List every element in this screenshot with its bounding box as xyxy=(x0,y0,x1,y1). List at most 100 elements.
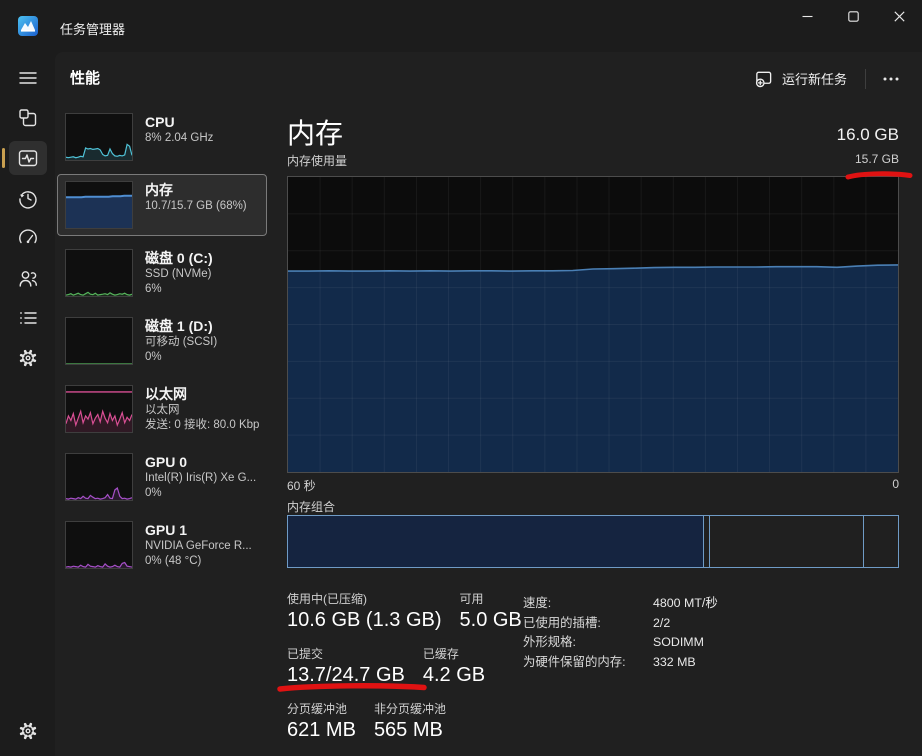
content-panel: 性能 运行新任务 CPU8% 2.04 GHz内存10.7/15.7 GB (6… xyxy=(55,52,922,756)
gpu0-sparkline xyxy=(65,453,133,501)
perf-item-subtitle: SSD (NVMe) xyxy=(145,267,213,282)
detail-label: 已使用的插槽: xyxy=(523,614,653,634)
perf-item-gpu0[interactable]: GPU 0Intel(R) Iris(R) Xe G...0% xyxy=(57,446,267,508)
close-button[interactable] xyxy=(876,0,922,32)
stat-label: 已提交 xyxy=(287,645,405,662)
task-manager-app-icon xyxy=(18,16,38,36)
disk0-sparkline xyxy=(65,249,133,297)
perf-item-title: 以太网 xyxy=(145,385,259,403)
time-axis-right-label: 0 xyxy=(892,477,899,491)
detail-label: 速度: xyxy=(523,594,653,614)
stat-value: 4.2 GB xyxy=(423,664,485,687)
perf-item-cpu[interactable]: CPU8% 2.04 GHz xyxy=(57,106,267,168)
stat-value: 565 MB xyxy=(374,719,446,742)
detail-value: 332 MB xyxy=(653,653,696,673)
memory-usage-chart xyxy=(287,176,899,473)
detail-label: 为硬件保留的内存: xyxy=(523,653,653,673)
detail-value: SODIMM xyxy=(653,633,704,653)
users-icon xyxy=(17,267,39,289)
memory-scale-max: 15.7 GB xyxy=(855,152,899,166)
stat-使用中(已压缩): 使用中(已压缩) 10.6 GB (1.3 GB) xyxy=(287,590,442,632)
detail-外形规格: 外形规格:SODIMM xyxy=(523,633,718,653)
memory-composition-label: 内存组合 xyxy=(287,498,335,515)
perf-item-title: CPU xyxy=(145,113,213,131)
run-new-task-label: 运行新任务 xyxy=(782,69,847,88)
run-new-task-icon xyxy=(754,69,773,88)
nav-item-users[interactable] xyxy=(9,261,47,295)
page-title: 性能 xyxy=(70,67,100,88)
cpu-sparkline xyxy=(65,113,133,161)
task-manager-window: 任务管理器 性能 运行新任务 xyxy=(0,0,922,756)
detail-已使用的插槽: 已使用的插槽:2/2 xyxy=(523,614,718,634)
stat-value: 5.0 GB xyxy=(460,609,522,632)
composition-segment-free xyxy=(864,516,898,567)
perf-item-subtitle: 以太网 xyxy=(145,403,259,418)
nav-item-services[interactable] xyxy=(9,341,47,375)
memory-total: 16.0 GB xyxy=(837,125,899,145)
memory-panel-title: 内存 xyxy=(287,112,343,152)
perf-item-title: GPU 1 xyxy=(145,521,252,539)
nav-item-details[interactable] xyxy=(9,301,47,335)
perf-item-gpu1[interactable]: GPU 1NVIDIA GeForce R...0% (48 °C) xyxy=(57,514,267,576)
more-options-button[interactable] xyxy=(874,65,908,93)
nav-item-app-history[interactable] xyxy=(9,181,47,215)
stat-非分页缓冲池: 非分页缓冲池 565 MB xyxy=(374,700,446,742)
nav-item-menu[interactable] xyxy=(9,61,47,95)
close-icon xyxy=(894,11,905,22)
memory-hardware-details: 速度:4800 MT/秒已使用的插槽:2/2外形规格:SODIMM为硬件保留的内… xyxy=(523,594,718,672)
stat-value: 10.6 GB (1.3 GB) xyxy=(287,609,442,632)
perf-item-subtitle: 8% 2.04 GHz xyxy=(145,131,213,146)
settings-icon xyxy=(17,720,39,742)
perf-item-subtitle: 0% (48 °C) xyxy=(145,554,252,569)
perf-item-title: 内存 xyxy=(145,181,247,199)
time-axis-left-label: 60 秒 xyxy=(287,477,316,494)
stat-label: 非分页缓冲池 xyxy=(374,700,446,717)
stat-value: 621 MB xyxy=(287,719,356,742)
minimize-icon xyxy=(802,11,813,22)
perf-item-disk0[interactable]: 磁盘 0 (C:)SSD (NVMe)6% xyxy=(57,242,267,304)
perf-item-subtitle: 6% xyxy=(145,282,213,297)
performance-list: CPU8% 2.04 GHz内存10.7/15.7 GB (68%)磁盘 0 (… xyxy=(57,106,267,582)
perf-item-subtitle: NVIDIA GeForce R... xyxy=(145,539,252,554)
nav-item-performance[interactable] xyxy=(9,141,47,175)
stat-label: 可用 xyxy=(460,590,522,607)
run-new-task-button[interactable]: 运行新任务 xyxy=(744,63,857,94)
nav-item-processes[interactable] xyxy=(9,101,47,135)
nav-item-startup-apps[interactable] xyxy=(9,221,47,255)
nav-rail xyxy=(0,52,55,756)
window-title: 任务管理器 xyxy=(60,19,125,38)
memory-usage-chart-svg xyxy=(288,177,898,472)
perf-item-subtitle: 可移动 (SCSI) xyxy=(145,335,217,350)
nav-item-settings[interactable] xyxy=(9,714,47,748)
memory-sparkline xyxy=(65,181,133,229)
maximize-button[interactable] xyxy=(830,0,876,32)
perf-item-subtitle: Intel(R) Iris(R) Xe G... xyxy=(145,471,256,486)
perf-item-subtitle: 0% xyxy=(145,350,217,365)
memory-usage-label: 内存使用量 xyxy=(287,152,347,169)
detail-label: 外形规格: xyxy=(523,633,653,653)
perf-item-title: GPU 0 xyxy=(145,453,256,471)
stat-value: 13.7/24.7 GB xyxy=(287,664,405,687)
maximize-icon xyxy=(848,11,859,22)
perf-item-ethernet[interactable]: 以太网以太网发送: 0 接收: 80.0 Kbp xyxy=(57,378,267,440)
minimize-button[interactable] xyxy=(784,0,830,32)
menu-icon xyxy=(17,67,39,89)
ellipsis-icon xyxy=(883,77,899,81)
titlebar: 任务管理器 xyxy=(0,0,922,52)
details-icon xyxy=(17,307,39,329)
disk1-sparkline xyxy=(65,317,133,365)
perf-item-memory[interactable]: 内存10.7/15.7 GB (68%) xyxy=(57,174,267,236)
perf-item-disk1[interactable]: 磁盘 1 (D:)可移动 (SCSI)0% xyxy=(57,310,267,372)
perf-item-subtitle: 发送: 0 接收: 80.0 Kbp xyxy=(145,418,259,433)
perf-item-title: 磁盘 0 (C:) xyxy=(145,249,213,267)
perf-item-subtitle: 0% xyxy=(145,486,256,501)
services-icon xyxy=(17,347,39,369)
stat-分页缓冲池: 分页缓冲池621 MB xyxy=(287,700,356,742)
stat-label: 使用中(已压缩) xyxy=(287,590,442,607)
detail-为硬件保留的内存: 为硬件保留的内存:332 MB xyxy=(523,653,718,673)
gpu1-sparkline xyxy=(65,521,133,569)
ethernet-sparkline xyxy=(65,385,133,433)
perf-item-title: 磁盘 1 (D:) xyxy=(145,317,217,335)
composition-segment-in-use xyxy=(288,516,704,567)
stat-已提交: 已提交 13.7/24.7 GB xyxy=(287,645,405,687)
